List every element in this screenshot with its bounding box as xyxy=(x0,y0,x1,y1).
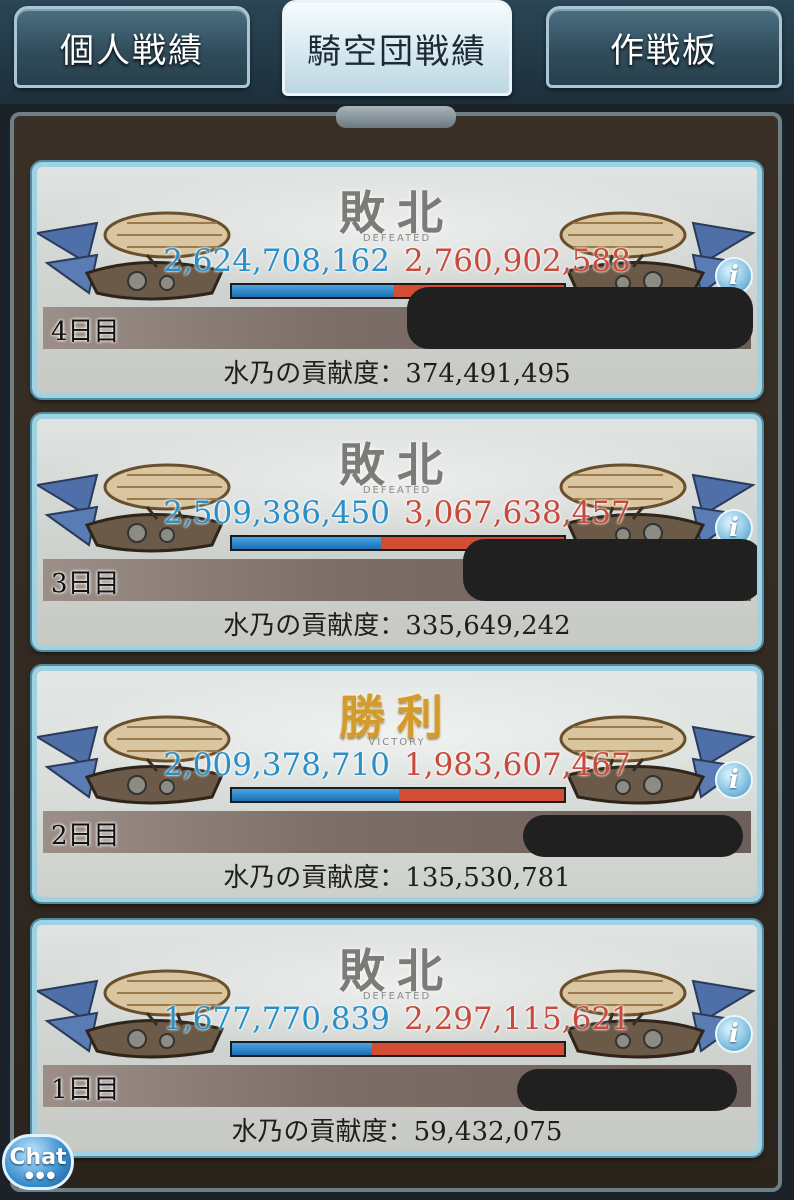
enemy-score: 2,760,902,588 xyxy=(404,243,631,279)
score-row: 2,009,378,710 1,983,607,467 xyxy=(37,747,757,783)
enemy-score: 3,067,638,457 xyxy=(404,495,631,531)
contribution-value: 374,491,495 xyxy=(405,359,571,389)
result-card-day4[interactable]: 敗北 DEFEATED 2,624,708,162 2,760,902,588 i… xyxy=(32,162,762,398)
info-icon[interactable]: i xyxy=(715,761,753,799)
result-card-day1[interactable]: 敗北 DEFEATED 1,677,770,839 2,297,115,621 i… xyxy=(32,920,762,1156)
chat-label: Chat xyxy=(9,1145,67,1170)
day-label: 4日目 xyxy=(51,317,120,347)
chat-button[interactable]: Chat ●●● xyxy=(2,1134,74,1190)
redacted-area xyxy=(517,1069,737,1111)
day-label: 3日目 xyxy=(51,569,120,599)
redacted-area xyxy=(523,815,743,857)
day-label: 2日目 xyxy=(51,821,120,851)
contribution-value: 59,432,075 xyxy=(413,1117,563,1147)
score-ratio-bar xyxy=(230,1041,566,1057)
contribution-value: 335,649,242 xyxy=(405,611,571,641)
tab-personal-record[interactable]: 個人戦績 xyxy=(14,6,250,88)
tab-bar: 個人戦績 騎空団戦績 作戦板 xyxy=(0,0,794,104)
ally-score: 2,009,378,710 xyxy=(163,747,390,783)
contribution-row: 水乃の貢献度：59,432,075 xyxy=(37,1111,757,1148)
ally-score: 1,677,770,839 xyxy=(163,1001,390,1037)
ally-ratio-fill xyxy=(232,789,399,801)
ally-ratio-fill xyxy=(232,537,382,549)
enemy-score: 1,983,607,467 xyxy=(404,747,631,783)
redacted-area xyxy=(463,539,757,601)
day-label: 1日目 xyxy=(51,1075,120,1105)
enemy-score: 2,297,115,621 xyxy=(404,1001,631,1037)
contribution-row: 水乃の貢献度：374,491,495 xyxy=(37,353,757,390)
tab-strategy-board[interactable]: 作戦板 xyxy=(546,6,782,88)
contribution-label: 水乃の貢献度： xyxy=(223,359,406,389)
result-card-day2[interactable]: 勝利 VICTORY 2,009,378,710 1,983,607,467 i … xyxy=(32,666,762,902)
ally-score: 2,624,708,162 xyxy=(163,243,390,279)
ally-ratio-fill xyxy=(232,1043,373,1055)
chat-bubble-icon: ●●● xyxy=(25,1170,58,1181)
ally-score: 2,509,386,450 xyxy=(163,495,390,531)
info-icon[interactable]: i xyxy=(715,1015,753,1053)
result-card-day3[interactable]: 敗北 DEFEATED 2,509,386,450 3,067,638,457 i… xyxy=(32,414,762,650)
score-row: 2,509,386,450 3,067,638,457 xyxy=(37,495,757,531)
contribution-label: 水乃の貢献度： xyxy=(223,611,406,641)
ally-ratio-fill xyxy=(232,285,394,297)
score-ratio-bar xyxy=(230,787,566,803)
frame-ornament xyxy=(336,106,456,128)
contribution-row: 水乃の貢献度：135,530,781 xyxy=(37,857,757,894)
score-row: 2,624,708,162 2,760,902,588 xyxy=(37,243,757,279)
score-row: 1,677,770,839 2,297,115,621 xyxy=(37,1001,757,1037)
contribution-value: 135,530,781 xyxy=(405,863,571,893)
redacted-area xyxy=(407,287,753,349)
contribution-label: 水乃の貢献度： xyxy=(223,863,406,893)
contribution-row: 水乃の貢献度：335,649,242 xyxy=(37,605,757,642)
tab-crew-record[interactable]: 騎空団戦績 xyxy=(282,0,512,96)
contribution-label: 水乃の貢献度： xyxy=(231,1117,414,1147)
